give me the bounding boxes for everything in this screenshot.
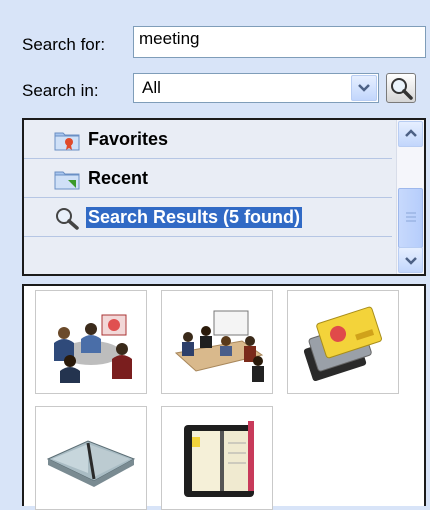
business-meeting-clipart xyxy=(54,314,132,383)
dropdown-button[interactable] xyxy=(351,75,377,101)
open-book-clipart xyxy=(46,440,136,487)
scroll-thumb[interactable] xyxy=(398,188,423,248)
tree-item-favorites[interactable]: Favorites xyxy=(24,120,392,159)
result-tile[interactable] xyxy=(287,290,399,394)
result-tile[interactable] xyxy=(161,406,273,510)
search-for-label: Search for: xyxy=(22,35,106,54)
category-tree: Favorites Recent Search Results (5 found… xyxy=(22,118,426,276)
scroll-up-button[interactable] xyxy=(398,121,423,147)
search-scope-value: All xyxy=(142,78,161,97)
favorites-folder-icon xyxy=(54,132,80,151)
search-scope-select[interactable]: All xyxy=(133,73,379,103)
search-icon xyxy=(391,78,413,100)
result-tile[interactable] xyxy=(161,290,273,394)
result-tile[interactable] xyxy=(35,406,147,510)
chevron-down-icon xyxy=(405,257,417,265)
tree-scrollbar[interactable] xyxy=(396,120,424,274)
conference-table-clipart xyxy=(174,310,264,382)
grip-icon xyxy=(406,212,416,222)
results-gallery xyxy=(22,284,426,510)
recent-folder-icon xyxy=(54,171,80,190)
tree-item-search-results[interactable]: Search Results (5 found) xyxy=(24,198,392,237)
search-button[interactable] xyxy=(386,73,416,103)
tree-item-recent[interactable]: Recent xyxy=(24,159,392,198)
scroll-down-button[interactable] xyxy=(398,247,423,273)
tree-item-label: Recent xyxy=(88,168,149,188)
chevron-up-icon xyxy=(405,129,417,137)
organizer-planner-clipart xyxy=(184,421,254,497)
tree-item-label: Favorites xyxy=(88,129,169,149)
magnifier-icon xyxy=(56,208,79,230)
credit-cards-clipart xyxy=(303,306,382,382)
chevron-down-icon xyxy=(358,84,370,92)
result-tile[interactable] xyxy=(35,290,147,394)
search-in-label: Search in: xyxy=(22,81,99,100)
search-input[interactable]: meeting xyxy=(133,26,426,58)
tree-item-label: Search Results (5 found) xyxy=(86,207,303,228)
